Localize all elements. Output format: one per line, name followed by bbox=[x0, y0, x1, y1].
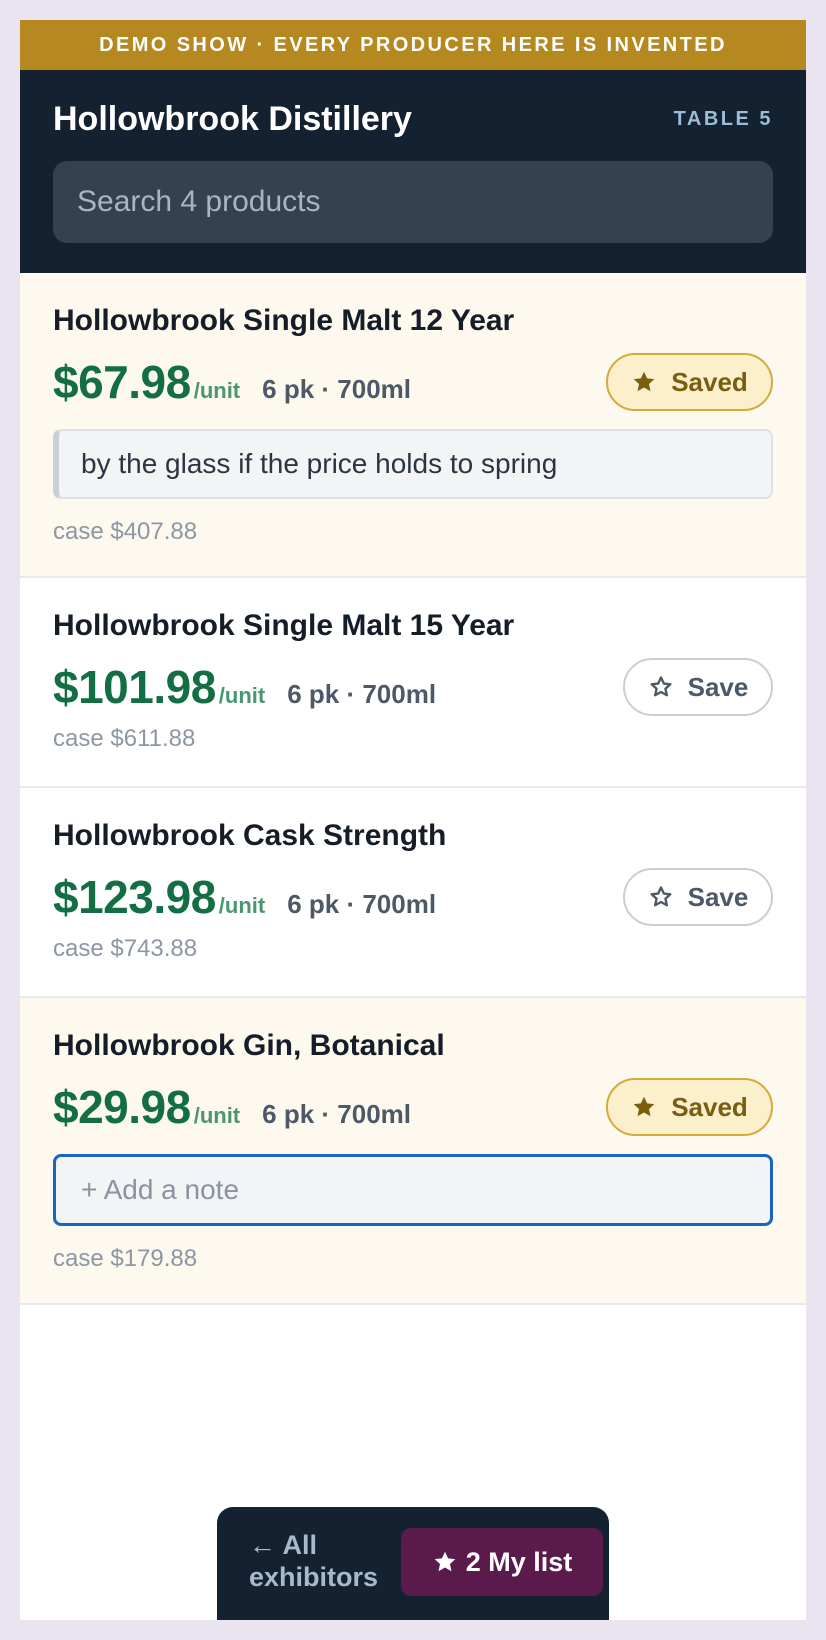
star-outline-icon bbox=[650, 886, 672, 907]
saved-button[interactable]: Saved bbox=[606, 353, 773, 411]
my-list-label: 2 My list bbox=[465, 1546, 573, 1577]
price-row: $123.98 /unit 6 pk · 700ml Save bbox=[53, 868, 773, 926]
all-exhibitors-link[interactable]: ← All exhibitors bbox=[249, 1529, 399, 1593]
saved-button[interactable]: Saved bbox=[606, 1078, 773, 1136]
pack-size: 6 pk · 700ml bbox=[262, 374, 411, 404]
header-row: Hollowbrook Distillery TABLE 5 bbox=[53, 100, 773, 138]
price-group: $123.98 /unit 6 pk · 700ml bbox=[53, 870, 436, 924]
product-name: Hollowbrook Single Malt 15 Year bbox=[53, 609, 515, 642]
star-filled-icon bbox=[434, 1551, 456, 1572]
star-filled-icon bbox=[633, 1096, 655, 1117]
unit-price: $29.98 bbox=[53, 1081, 191, 1133]
unit-price: $123.98 bbox=[53, 871, 216, 923]
product-name: Hollowbrook Cask Strength bbox=[53, 819, 447, 852]
app: DEMO SHOW · EVERY PRODUCER HERE IS INVEN… bbox=[20, 20, 806, 1620]
pack-size: 6 pk · 700ml bbox=[287, 889, 437, 919]
exhibitor-header: Hollowbrook Distillery TABLE 5 bbox=[20, 70, 806, 273]
save-button-label: Saved bbox=[671, 1091, 748, 1122]
product-note[interactable]: by the glass if the price holds to sprin… bbox=[53, 429, 773, 499]
product-card: Hollowbrook Gin, Botanical $29.98 /unit … bbox=[20, 998, 806, 1305]
unit-price: $101.98 bbox=[53, 661, 216, 713]
product-name: Hollowbrook Gin, Botanical bbox=[53, 1029, 445, 1062]
table-number: TABLE 5 bbox=[673, 107, 773, 130]
unit-label: /unit bbox=[218, 683, 266, 708]
price-row: $67.98 /unit 6 pk · 700ml Saved bbox=[53, 353, 773, 411]
save-button-label: Saved bbox=[671, 366, 748, 397]
bottom-nav-bar: ← All exhibitors 2 My list bbox=[217, 1507, 609, 1620]
case-price: case $611.88 bbox=[53, 725, 196, 752]
price-group: $101.98 /unit 6 pk · 700ml bbox=[53, 660, 436, 714]
product-card: Hollowbrook Single Malt 12 Year $67.98 /… bbox=[20, 273, 806, 578]
add-note-input[interactable] bbox=[53, 1154, 773, 1226]
case-price: case $407.88 bbox=[53, 518, 198, 545]
product-search-input[interactable] bbox=[53, 161, 773, 243]
price-row: $29.98 /unit 6 pk · 700ml Saved bbox=[53, 1078, 773, 1136]
pack-size: 6 pk · 700ml bbox=[262, 1099, 411, 1129]
product-card: Hollowbrook Cask Strength $123.98 /unit … bbox=[20, 788, 806, 998]
save-button[interactable]: Save bbox=[623, 658, 773, 716]
case-price: case $179.88 bbox=[53, 1245, 198, 1272]
star-filled-icon bbox=[633, 371, 655, 392]
star-outline-icon bbox=[650, 676, 672, 697]
price-group: $29.98 /unit 6 pk · 700ml bbox=[53, 1080, 411, 1134]
product-name: Hollowbrook Single Malt 12 Year bbox=[53, 304, 515, 337]
my-list-button[interactable]: 2 My list bbox=[401, 1528, 603, 1596]
demo-banner: DEMO SHOW · EVERY PRODUCER HERE IS INVEN… bbox=[20, 20, 806, 70]
case-price: case $743.88 bbox=[53, 935, 198, 962]
unit-label: /unit bbox=[193, 378, 241, 403]
pack-size: 6 pk · 700ml bbox=[287, 679, 437, 709]
save-button-label: Save bbox=[687, 881, 749, 912]
unit-price: $67.98 bbox=[53, 356, 191, 408]
unit-label: /unit bbox=[218, 893, 266, 918]
price-row: $101.98 /unit 6 pk · 700ml Save bbox=[53, 658, 773, 716]
save-button-label: Save bbox=[687, 671, 749, 702]
price-group: $67.98 /unit 6 pk · 700ml bbox=[53, 355, 411, 409]
exhibitor-name: Hollowbrook Distillery bbox=[53, 99, 412, 138]
save-button[interactable]: Save bbox=[623, 868, 773, 926]
unit-label: /unit bbox=[193, 1103, 241, 1128]
product-card: Hollowbrook Single Malt 15 Year $101.98 … bbox=[20, 578, 806, 788]
